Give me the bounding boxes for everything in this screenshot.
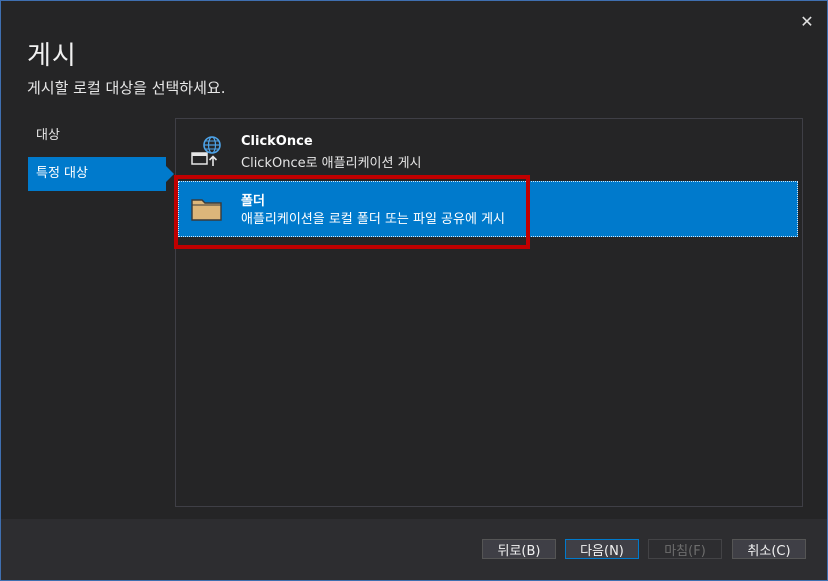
folder-icon bbox=[190, 191, 224, 225]
next-button[interactable]: 다음(N) bbox=[565, 539, 639, 559]
dialog-title: 게시 bbox=[27, 41, 77, 71]
nav-item-target[interactable]: 대상 bbox=[28, 119, 166, 153]
clickonce-globe-icon bbox=[190, 135, 224, 169]
option-folder-title: 폴더 bbox=[241, 194, 265, 209]
option-clickonce-description: ClickOnce로 애플리케이션 게시 bbox=[241, 156, 422, 171]
target-options-list: ClickOnce ClickOnce로 애플리케이션 게시 폴더 애플리케이션… bbox=[175, 118, 803, 507]
option-clickonce[interactable]: ClickOnce ClickOnce로 애플리케이션 게시 bbox=[178, 125, 798, 181]
publish-dialog: ✕ 게시 게시할 로컬 대상을 선택하세요. 대상 특정 대상 ClickOnc… bbox=[0, 0, 828, 581]
back-button[interactable]: 뒤로(B) bbox=[482, 539, 556, 559]
option-folder-description: 애플리케이션을 로컬 폴더 또는 파일 공유에 게시 bbox=[241, 212, 505, 227]
nav-item-specific-target[interactable]: 특정 대상 bbox=[28, 157, 174, 191]
option-folder[interactable]: 폴더 애플리케이션을 로컬 폴더 또는 파일 공유에 게시 bbox=[178, 181, 798, 237]
dialog-subtitle: 게시할 로컬 대상을 선택하세요. bbox=[27, 79, 226, 97]
finish-button[interactable]: 마침(F) bbox=[648, 539, 722, 559]
option-clickonce-title: ClickOnce bbox=[241, 134, 313, 149]
wizard-nav: 대상 특정 대상 bbox=[28, 119, 174, 195]
dialog-footer: 뒤로(B) 다음(N) 마침(F) 취소(C) bbox=[1, 519, 827, 580]
cancel-button[interactable]: 취소(C) bbox=[732, 539, 806, 559]
close-icon[interactable]: ✕ bbox=[797, 11, 817, 31]
